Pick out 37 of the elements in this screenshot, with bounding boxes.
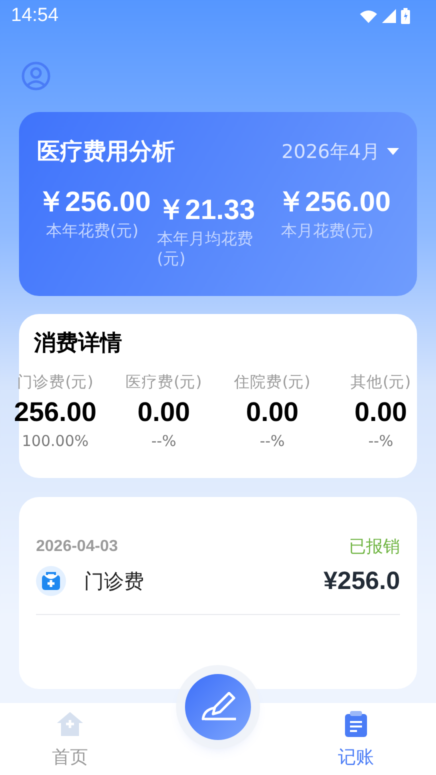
wifi-icon [360,10,377,22]
category-percent: 100.00% [22,432,89,450]
stat-label: 本年月均花费(元) [157,229,254,269]
record-status: 已报销 [349,536,400,558]
category-label: 门诊费(元) [17,372,94,393]
stat-value: ￥256.00 [277,185,392,219]
stat-value: ￥21.33 [157,193,256,227]
record-amount: ¥256.0 [324,566,400,596]
tab-item[interactable]: 首页 [52,703,88,775]
category-amount: 256.00 [14,397,97,428]
category-amount: 0.00 [137,397,190,428]
category-percent: --% [151,432,176,450]
clipboard-icon [345,711,367,737]
stat-label: 本月花费(元) [280,221,374,241]
add-record-button[interactable] [185,674,251,740]
tab-item[interactable]: 记账 [338,703,374,775]
category-label: 其他(元) [350,372,411,393]
record-date: 2026-04-03 [36,538,118,556]
medical-bag-icon [36,566,66,596]
stat-value: ￥256.00 [37,185,152,219]
home-icon [56,711,84,737]
month-picker[interactable]: 2026年4月 [282,138,399,164]
record-category: 门诊费 [84,568,144,594]
signal-icon [382,9,396,23]
stat-label: 本年花费(元) [45,221,140,241]
category-percent: --% [260,432,285,450]
card-title: 医疗费用分析 [37,138,175,167]
category-amount: 0.00 [354,397,408,428]
caret-icon [387,148,399,155]
pen-icon [200,692,236,722]
category-amount: 0.00 [246,397,299,428]
section-title: 消费详情 [32,330,123,358]
category-label: 医疗费(元) [126,372,202,393]
battery-icon [401,8,410,24]
status-time: 14:54 [11,5,59,27]
category-percent: --% [368,432,394,450]
category-label: 住院费(元) [234,372,310,393]
